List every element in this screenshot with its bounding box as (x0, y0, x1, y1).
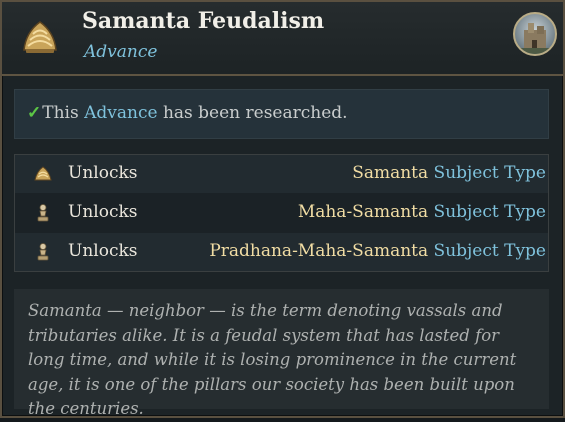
advance-title: Samanta Feudalism (82, 8, 325, 34)
subject-type-link[interactable]: Subject Type (434, 163, 546, 183)
unlock-target[interactable]: Maha-Samanta Subject Type (298, 202, 546, 222)
advance-tooltip: Samanta Feudalism Advance ✓This Advance … (0, 0, 565, 418)
unlock-row[interactable]: Unlocks Pradhana-Maha-Samanta Subject Ty… (15, 233, 548, 271)
researched-status-line: ✓This Advance has been researched. (27, 103, 348, 123)
subject-name: Maha-Samanta (297, 202, 429, 222)
unlock-target[interactable]: Samanta Subject Type (352, 163, 546, 183)
advance-link[interactable]: Advance (84, 103, 157, 123)
unlock-label: Unlocks (68, 202, 138, 222)
subject-type-link[interactable]: Subject Type (434, 241, 546, 261)
advance-description: Samanta — neighbor — is the term denotin… (14, 289, 549, 418)
checkmark-icon: ✓ (27, 103, 42, 123)
unlock-label: Unlocks (68, 163, 138, 183)
tooltip-header: Samanta Feudalism Advance (2, 2, 563, 76)
researched-status-box: ✓This Advance has been researched. (14, 89, 549, 139)
researched-prefix: This (42, 103, 85, 123)
unlock-label: Unlocks (68, 241, 138, 261)
unlock-target[interactable]: Pradhana-Maha-Samanta Subject Type (209, 241, 546, 261)
subject-name: Samanta (352, 163, 429, 183)
researched-suffix: has been researched. (157, 103, 348, 123)
advance-category-link[interactable]: Advance (84, 42, 157, 62)
pawn-icon (37, 204, 49, 222)
subject-type-link[interactable]: Subject Type (434, 202, 546, 222)
unlocks-list: Unlocks Samanta Subject Type Unlocks Mah… (14, 154, 549, 272)
pawn-icon (37, 243, 49, 261)
unlock-row[interactable]: Unlocks Samanta Subject Type (15, 155, 548, 193)
subject-name: Pradhana-Maha-Samanta (209, 241, 429, 261)
fortress-portrait-icon (513, 12, 557, 56)
scale-armor-icon (34, 166, 52, 181)
scale-armor-icon (23, 21, 57, 53)
unlock-row[interactable]: Unlocks Maha-Samanta Subject Type (15, 194, 548, 232)
